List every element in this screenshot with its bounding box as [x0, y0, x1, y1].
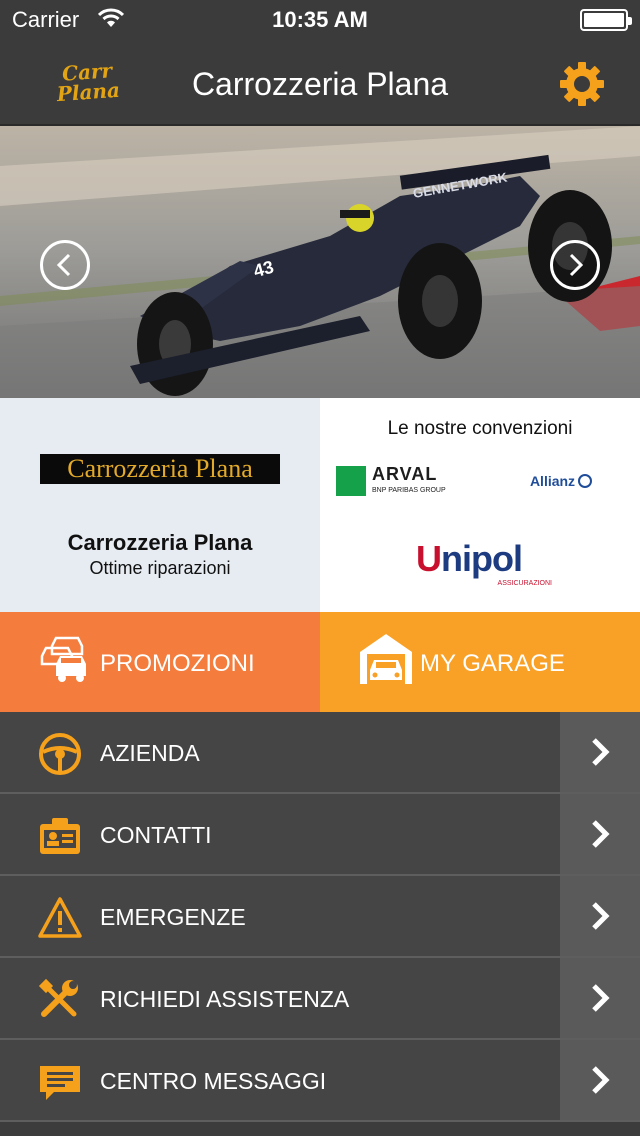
unipol-logo[interactable]: Unipol ASSICURAZIONI	[416, 538, 552, 590]
company-name: Carrozzeria Plana	[67, 530, 253, 555]
allianz-seal-icon	[578, 474, 593, 488]
menu-item-richiedi-assistenza[interactable]: RICHIEDI ASSISTENZA	[0, 958, 640, 1040]
settings-button[interactable]	[556, 58, 608, 110]
company-logo: Carrozzeria Plana	[40, 454, 280, 484]
company-tagline: Ottime riparazioni	[89, 558, 231, 578]
gear-icon	[560, 62, 604, 106]
menu-label-centro-messaggi: CENTRO MESSAGGI	[100, 1068, 327, 1094]
message-icon	[40, 1066, 80, 1100]
unipol-subtitle: ASSICURAZIONI	[497, 580, 552, 587]
menu-label-azienda: AZIENDA	[100, 740, 200, 766]
menu-item-centro-messaggi[interactable]: CENTRO MESSAGGI	[0, 1040, 640, 1122]
cars-icon	[40, 636, 86, 682]
arval-subtitle: BNP PARIBAS GROUP	[372, 487, 446, 494]
allianz-logo[interactable]: Allianz	[520, 464, 602, 498]
menu-item-azienda[interactable]: AZIENDA	[0, 712, 640, 794]
steering-wheel-icon	[39, 733, 81, 775]
unipol-name-first: U	[416, 538, 442, 579]
garage-icon	[360, 634, 412, 684]
battery-icon	[580, 9, 632, 31]
unipol-name-rest: nipol	[441, 538, 523, 579]
warning-icon	[38, 897, 82, 938]
menu-label-richiedi-assistenza: RICHIEDI ASSISTENZA	[100, 986, 350, 1012]
chevron-right-icon	[569, 253, 584, 277]
tools-icon	[38, 978, 78, 1017]
unipol-name: Unipol	[416, 538, 523, 580]
chevron-right-icon[interactable]	[560, 712, 640, 792]
carousel-prev-button[interactable]	[40, 240, 90, 290]
hero-banner[interactable]: GENNETWORK 43	[0, 126, 640, 398]
menu-label-emergenze: EMERGENZE	[100, 904, 246, 930]
partners-title: Le nostre convenzioni	[387, 418, 573, 439]
race-car-photo: GENNETWORK 43	[0, 126, 640, 398]
my-garage-label: MY GARAGE	[420, 650, 565, 677]
arval-name: ARVAL	[372, 464, 438, 484]
company-panel[interactable]: Carrozzeria Plana Carrozzeria Plana Otti…	[0, 398, 320, 612]
menu-label-contatti: CONTATTI	[100, 822, 212, 848]
promotions-tile[interactable]: PROMOZIONI	[0, 612, 320, 712]
chevron-right-icon[interactable]	[560, 958, 640, 1038]
partners-panel: Le nostre convenzioni ARVAL BNP PARIBAS …	[320, 398, 640, 612]
arval-logo[interactable]: ARVAL BNP PARIBAS GROUP	[336, 462, 468, 500]
chevron-right-icon[interactable]	[560, 876, 640, 956]
main-menu: AZIENDA CONTATTI EMERGENZE RICHIEDI ASSI…	[0, 712, 640, 1122]
chevron-left-icon	[56, 253, 71, 277]
arval-mark-icon	[336, 466, 366, 496]
chevron-right-icon[interactable]	[560, 794, 640, 874]
status-bar: Carrier 10:35 AM	[0, 0, 640, 40]
status-time: 10:35 AM	[272, 7, 368, 32]
allianz-name: Allianz	[529, 473, 576, 489]
contact-card-icon	[40, 818, 80, 854]
carousel-next-button[interactable]	[550, 240, 600, 290]
top-bar: Carrier 10:35 AM Carr Plana Carrozzeria …	[0, 0, 640, 126]
app-screen: Carrier 10:35 AM Carr Plana Carrozzeria …	[0, 0, 640, 1136]
menu-item-emergenze[interactable]: EMERGENZE	[0, 876, 640, 958]
page-title: Carrozzeria Plana	[191, 66, 449, 102]
chevron-right-icon[interactable]	[560, 1040, 640, 1120]
my-garage-tile[interactable]: MY GARAGE	[320, 612, 640, 712]
promotions-label: PROMOZIONI	[100, 650, 255, 677]
menu-item-contatti[interactable]: CONTATTI	[0, 794, 640, 876]
